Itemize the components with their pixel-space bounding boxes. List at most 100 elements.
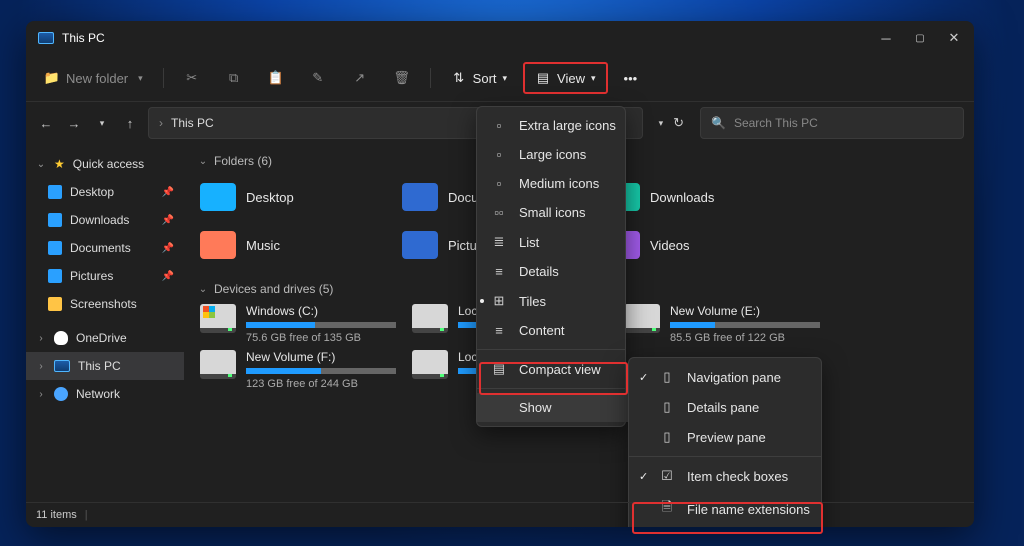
- menu-item[interactable]: ✓▯Navigation pane: [629, 362, 843, 392]
- search-placeholder: Search This PC: [734, 116, 818, 130]
- sidebar-item-label: Quick access: [73, 157, 144, 171]
- rename-icon[interactable]: ✎: [300, 64, 336, 92]
- sidebar-item-onedrive[interactable]: › OneDrive: [26, 324, 184, 352]
- menu-item[interactable]: ⊞Tiles: [477, 286, 645, 316]
- sidebar-item-downloads[interactable]: Downloads 📌: [26, 206, 184, 234]
- folder-item[interactable]: Music: [200, 224, 390, 266]
- menu-item[interactable]: ≣List: [477, 227, 645, 257]
- sidebar-item-label: Screenshots: [70, 297, 137, 311]
- desktop-icon: [48, 185, 62, 199]
- up-button[interactable]: ↑: [120, 116, 140, 131]
- close-button[interactable]: ✕: [946, 30, 962, 46]
- sidebar-item-label: Documents: [70, 241, 131, 255]
- section-label: Folders (6): [214, 154, 272, 168]
- address-text: This PC: [171, 116, 214, 130]
- minimize-button[interactable]: ─: [878, 30, 894, 46]
- chevron-right-icon: ›: [36, 333, 46, 344]
- menu-item[interactable]: ≡Details: [477, 257, 645, 286]
- menu-item-label: Details pane: [687, 400, 759, 415]
- menu-item[interactable]: ▫Large icons: [477, 140, 645, 169]
- menu-item[interactable]: ▯Preview pane: [629, 422, 843, 452]
- sidebar-item-label: This PC: [78, 359, 121, 373]
- menu-item[interactable]: ▫▫Small icons: [477, 198, 645, 227]
- drive-label: New Volume (F:): [246, 350, 396, 364]
- search-box[interactable]: 🔍 Search This PC: [700, 107, 964, 139]
- drive-icon: [412, 350, 448, 379]
- sidebar-item-label: Desktop: [70, 185, 114, 199]
- divider: |: [85, 509, 88, 521]
- sidebar-item-screenshots[interactable]: Screenshots: [26, 290, 184, 318]
- sidebar-item-label: Downloads: [70, 213, 129, 227]
- status-text: 11 items: [36, 509, 77, 521]
- chevron-down-icon: ▾: [138, 73, 143, 84]
- back-button[interactable]: ←: [36, 116, 56, 131]
- more-button[interactable]: •••: [614, 65, 648, 92]
- cloud-icon: [54, 331, 68, 345]
- menu-item-label: Navigation pane: [687, 370, 781, 385]
- forward-button[interactable]: →: [64, 116, 84, 131]
- menu-item-label: Medium icons: [519, 176, 599, 191]
- drive-item[interactable]: New Volume (F:) 123 GB free of 244 GB: [200, 350, 400, 390]
- search-icon: 🔍: [711, 116, 726, 130]
- menu-item-label: Compact view: [519, 362, 601, 377]
- view-mode-icon: ≡: [491, 264, 507, 279]
- downloads-icon: [48, 213, 62, 227]
- menu-item-compact-view[interactable]: ▤Compact view: [477, 354, 645, 384]
- menu-item-show[interactable]: Show›: [477, 393, 645, 422]
- usage-bar: [246, 322, 396, 328]
- chevron-down-icon: ▾: [503, 73, 508, 84]
- sidebar-item-quick-access[interactable]: ⌄ ★ Quick access: [26, 150, 184, 178]
- refresh-button[interactable]: ↻: [673, 115, 684, 131]
- divider: [430, 68, 431, 88]
- share-icon[interactable]: ↗: [342, 64, 378, 92]
- menu-item-label: Show: [519, 400, 552, 415]
- sort-icon: ⇅: [451, 70, 467, 86]
- new-folder-button[interactable]: 📁 New folder ▾: [34, 64, 153, 92]
- copy-icon[interactable]: ⧉: [216, 64, 252, 92]
- menu-item[interactable]: ▯Details pane: [629, 392, 843, 422]
- pin-icon: 📌: [162, 187, 174, 198]
- drive-item[interactable]: New Volume (E:) 85.5 GB free of 122 GB: [624, 304, 824, 344]
- menu-item[interactable]: ≡Content: [477, 316, 645, 345]
- navigation-pane: ⌄ ★ Quick access Desktop 📌 Downloads 📌 Doc…: [26, 144, 184, 504]
- sidebar-item-documents[interactable]: Documents📌: [26, 234, 184, 262]
- folder-icon: [402, 183, 438, 211]
- pictures-icon: [48, 269, 62, 283]
- usage-bar: [670, 322, 820, 328]
- drive-icon: [200, 350, 236, 379]
- pin-icon: 📌: [162, 215, 174, 226]
- chevron-down-icon: ▾: [591, 73, 596, 84]
- folder-item[interactable]: Desktop: [200, 176, 390, 218]
- cut-icon[interactable]: ✂: [174, 64, 210, 92]
- sidebar-item-label: Pictures: [70, 269, 113, 283]
- star-icon: ★: [54, 157, 65, 171]
- sidebar-item-this-pc[interactable]: › This PC: [26, 352, 184, 380]
- paste-icon[interactable]: 📋: [258, 64, 294, 92]
- sort-button[interactable]: ⇅ Sort ▾: [441, 64, 517, 92]
- menu-item[interactable]: ▫Extra large icons: [477, 111, 645, 140]
- recent-locations-button[interactable]: ▾: [92, 118, 112, 129]
- sidebar-item-desktop[interactable]: Desktop 📌: [26, 178, 184, 206]
- new-folder-label: New folder: [66, 71, 128, 86]
- sidebar-item-pictures[interactable]: Pictures📌: [26, 262, 184, 290]
- delete-icon[interactable]: 🗑: [384, 64, 420, 92]
- chevron-right-icon: ›: [36, 361, 46, 372]
- usage-bar: [246, 368, 396, 374]
- view-button[interactable]: ▤ View ▾: [523, 62, 607, 94]
- menu-item-label: Item check boxes: [687, 469, 788, 484]
- menu-item-label: Content: [519, 323, 565, 338]
- sidebar-item-label: Network: [76, 387, 120, 401]
- drive-item[interactable]: Windows (C:) 75.6 GB free of 135 GB: [200, 304, 400, 344]
- drive-icon: [200, 304, 236, 333]
- address-chevron-icon[interactable]: ▾: [659, 118, 664, 129]
- view-label: View: [557, 71, 585, 86]
- drive-free-text: 123 GB free of 244 GB: [246, 378, 396, 390]
- maximize-button[interactable]: ▢: [912, 30, 928, 46]
- sidebar-item-network[interactable]: › Network: [26, 380, 184, 408]
- menu-item[interactable]: ✓☑Item check boxes: [629, 461, 843, 491]
- menu-item[interactable]: ▫Medium icons: [477, 169, 645, 198]
- folder-icon: [48, 297, 62, 311]
- drive-icon: [412, 304, 448, 333]
- window-title: This PC: [62, 31, 105, 45]
- submenu-icon: ▯: [659, 369, 675, 385]
